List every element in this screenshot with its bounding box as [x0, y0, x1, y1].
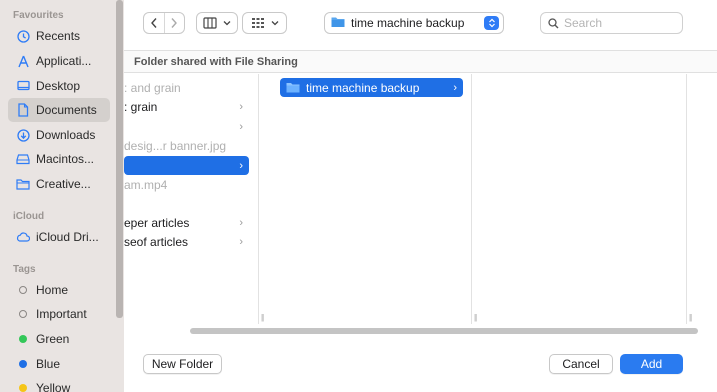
list-item[interactable]: eper articles › — [124, 213, 249, 232]
column-1: : and grain : grain › › desig...r banner… — [124, 74, 264, 326]
tag-outline-icon — [19, 286, 27, 294]
list-item[interactable]: › — [124, 117, 249, 136]
chevron-left-icon — [150, 18, 157, 28]
sidebar-item-applications[interactable]: Applicati... — [8, 49, 110, 73]
search-input[interactable] — [564, 16, 674, 30]
sidebar-item-label: Downloads — [36, 128, 96, 142]
list-item-selected[interactable]: › — [124, 156, 249, 175]
chevron-right-icon: › — [453, 81, 457, 94]
navigation-buttons — [143, 12, 185, 34]
chevron-right-icon: › — [239, 120, 243, 133]
tag-label: Green — [36, 332, 70, 346]
horizontal-scrollbar[interactable] — [190, 328, 698, 334]
sidebar-item-icloud-drive[interactable]: iCloud Dri... — [8, 225, 110, 249]
download-icon — [16, 128, 30, 142]
sidebar-item-label: Recents — [36, 29, 81, 43]
tag-label: Home — [36, 283, 69, 297]
column-resize-handle[interactable]: || — [261, 313, 264, 322]
tag-item-home[interactable]: Home — [8, 278, 110, 302]
chevron-right-icon: › — [239, 100, 243, 113]
green-dot-icon — [19, 335, 27, 343]
sidebar-item-desktop[interactable]: Desktop — [8, 74, 110, 98]
tag-item-blue[interactable]: Blue — [8, 352, 110, 376]
column-resize-handle[interactable]: || — [689, 313, 692, 322]
hard-drive-icon — [16, 152, 30, 166]
toolbar: time machine backup — [124, 0, 717, 50]
tag-outline-icon — [19, 310, 27, 318]
tags-heading: Tags — [13, 264, 36, 275]
sidebar-item-label: Creative... — [36, 177, 91, 191]
search-field[interactable] — [540, 12, 683, 34]
chevron-right-icon: › — [239, 216, 243, 229]
sidebar-item-documents[interactable]: Documents — [8, 98, 110, 122]
list-item[interactable]: : and grain — [124, 78, 249, 97]
forward-button[interactable] — [163, 13, 185, 33]
applications-icon — [16, 54, 30, 68]
location-popup-label: time machine backup — [351, 16, 465, 30]
location-popup[interactable]: time machine backup — [324, 12, 504, 34]
clock-icon — [16, 29, 30, 43]
sidebar-item-downloads[interactable]: Downloads — [8, 123, 110, 147]
list-item[interactable]: seof articles › — [124, 232, 249, 251]
add-button[interactable]: Add — [620, 354, 683, 374]
list-item[interactable]: desig...r banner.jpg — [124, 136, 249, 155]
columns-icon — [203, 17, 217, 29]
tag-item-yellow[interactable]: Yellow — [8, 376, 110, 392]
grid-icon — [251, 18, 264, 28]
list-item[interactable]: am.mp4 — [124, 175, 249, 194]
sidebar-item-label: iCloud Dri... — [36, 230, 99, 244]
column-resize-handle[interactable]: || — [474, 313, 477, 322]
tag-item-important[interactable]: Important — [8, 302, 110, 326]
sidebar: Favourites Recents Applicati... Desktop … — [0, 0, 124, 392]
chevron-right-icon: › — [239, 159, 243, 172]
up-down-chevron-icon — [484, 16, 499, 30]
column-view-button[interactable] — [196, 12, 238, 34]
yellow-dot-icon — [19, 384, 27, 392]
cancel-button[interactable]: Cancel — [549, 354, 613, 374]
column-3: || — [484, 74, 692, 326]
tag-label: Yellow — [36, 381, 71, 392]
sidebar-item-recents[interactable]: Recents — [8, 24, 110, 48]
sidebar-scrollbar[interactable] — [116, 0, 123, 318]
cloud-icon — [16, 230, 30, 244]
column-browser: : and grain : grain › › desig...r banner… — [124, 74, 717, 326]
chevron-down-icon — [271, 21, 278, 26]
list-item[interactable]: : grain › — [124, 97, 249, 116]
icloud-heading: iCloud — [13, 211, 45, 222]
folder-icon — [16, 177, 30, 191]
tag-item-green[interactable]: Green — [8, 327, 110, 351]
location-bar-text: Folder shared with File Sharing — [134, 56, 298, 68]
folder-icon — [286, 82, 300, 93]
favourites-heading: Favourites — [13, 10, 64, 21]
sidebar-item-label: Documents — [36, 103, 97, 117]
desktop-icon — [16, 79, 30, 93]
chevron-right-icon — [171, 18, 178, 28]
back-button[interactable] — [144, 13, 164, 33]
column-2: time machine backup › || — [270, 74, 477, 326]
location-bar: Folder shared with File Sharing — [124, 50, 717, 73]
sidebar-item-label: Macintos... — [36, 152, 95, 166]
sidebar-item-creative[interactable]: Creative... — [8, 172, 110, 196]
search-icon — [548, 17, 559, 28]
new-folder-button[interactable]: New Folder — [143, 354, 222, 374]
chevron-down-icon — [223, 21, 231, 26]
sidebar-item-macintosh-hd[interactable]: Macintos... — [8, 147, 110, 171]
document-icon — [16, 103, 30, 117]
tag-label: Blue — [36, 357, 61, 371]
tag-label: Important — [36, 307, 87, 321]
group-by-button[interactable] — [242, 12, 287, 34]
sidebar-item-label: Applicati... — [36, 54, 92, 68]
list-item-selected[interactable]: time machine backup › — [280, 78, 463, 97]
sidebar-item-label: Desktop — [36, 79, 81, 93]
folder-icon — [331, 16, 345, 31]
blue-dot-icon — [19, 360, 27, 368]
chevron-right-icon: › — [239, 235, 243, 248]
